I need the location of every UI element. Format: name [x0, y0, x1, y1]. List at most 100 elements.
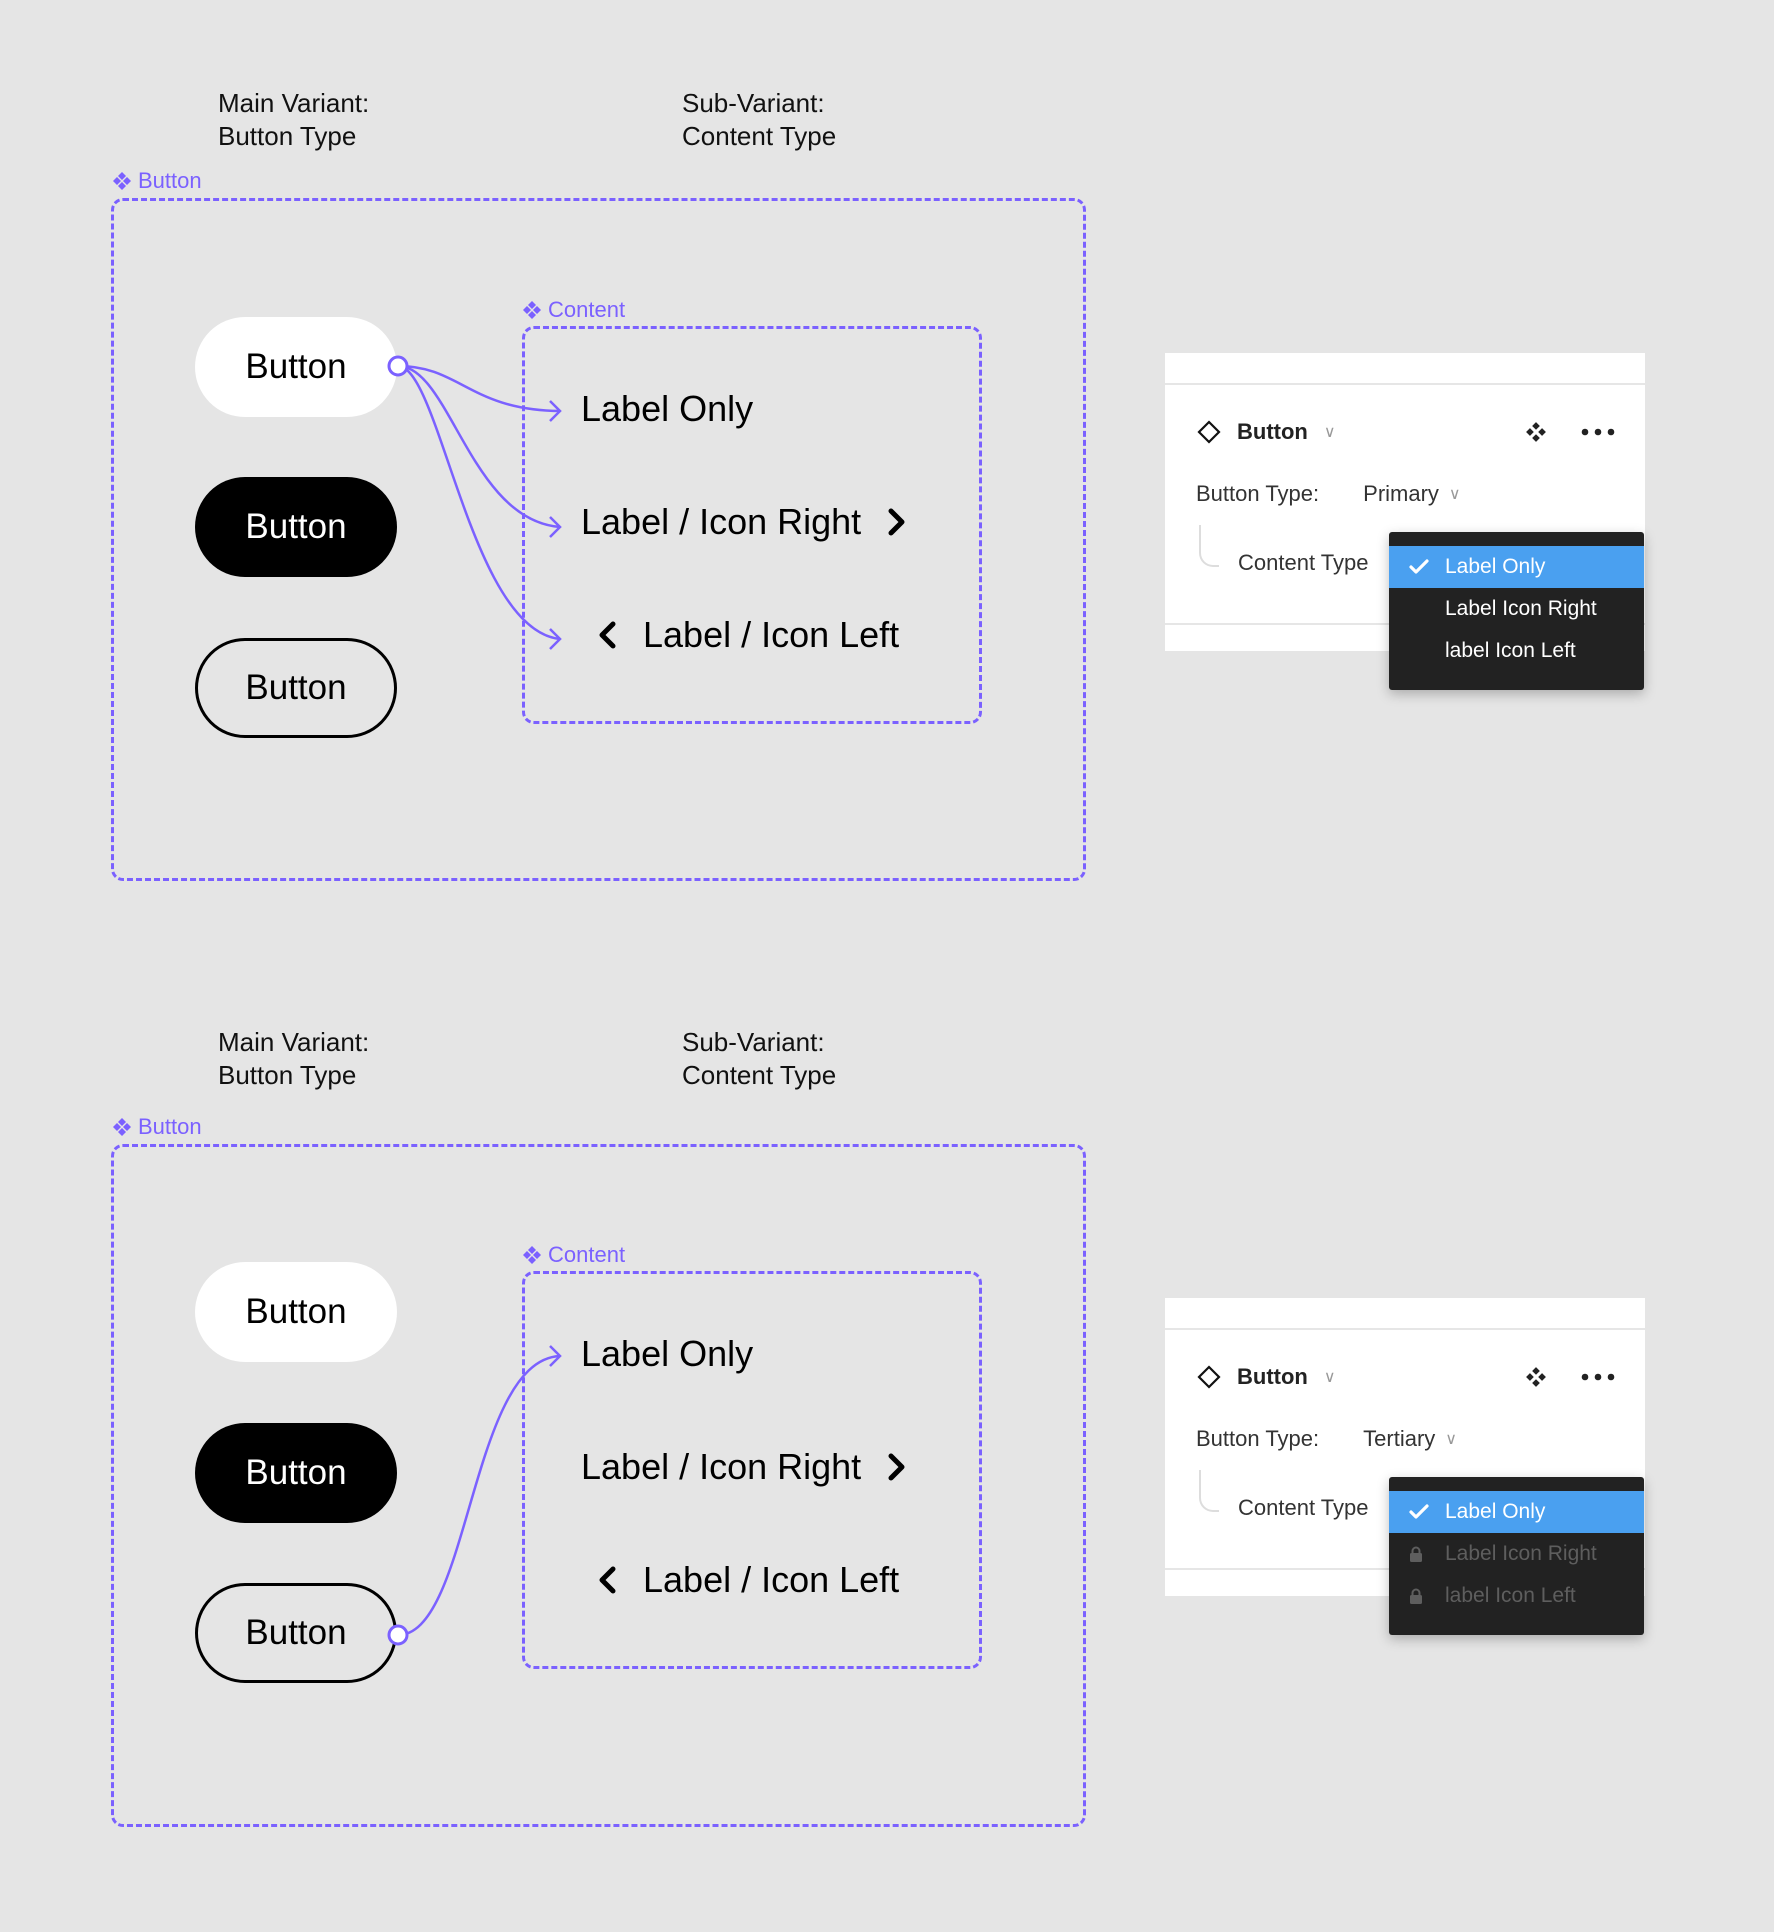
- nested-property-connector: [1199, 525, 1219, 567]
- content-item-icon-left[interactable]: Label / Icon Left: [595, 1559, 899, 1601]
- content-item-icon-right[interactable]: Label / Icon Right: [581, 1446, 909, 1488]
- dropdown-option[interactable]: label Icon Left: [1389, 630, 1644, 672]
- button-type-select[interactable]: Tertiary ∨: [1363, 1426, 1457, 1452]
- chevron-down-icon: ∨: [1323, 1369, 1336, 1386]
- tertiary-button[interactable]: Button: [195, 1583, 397, 1683]
- panel-actions: [1525, 1366, 1615, 1388]
- option-label: Label Only: [1445, 1500, 1546, 1523]
- chevron-down-icon: ∨: [1448, 486, 1461, 503]
- button-type-select[interactable]: Primary ∨: [1363, 481, 1461, 507]
- button-type-label: Button Type:: [1196, 1426, 1320, 1451]
- more-options-icon[interactable]: [1581, 428, 1615, 436]
- dropdown-option[interactable]: Label Icon Right: [1389, 588, 1644, 630]
- dropdown-option-locked: Label Icon Right: [1389, 1533, 1644, 1575]
- button-type-label: Button Type:: [1196, 481, 1320, 506]
- chevron-down-icon: ∨: [1445, 1431, 1457, 1448]
- heading-line: Content Type: [682, 1060, 837, 1090]
- option-label: Label Icon Right: [1445, 597, 1597, 620]
- option-label: Label Icon Right: [1445, 1542, 1597, 1565]
- chevron-down-icon: ∨: [1323, 424, 1336, 441]
- heading-line: Main Variant:: [218, 88, 370, 118]
- content-item-label: Label Only: [581, 388, 754, 429]
- check-icon: [1409, 546, 1429, 588]
- heading-line: Button Type: [218, 1060, 357, 1090]
- nested-property-connector: [1199, 1470, 1219, 1512]
- panel-actions: [1525, 421, 1615, 443]
- button-label: Button: [245, 668, 347, 707]
- outer-frame-label[interactable]: Button: [112, 1114, 202, 1140]
- inner-frame-label[interactable]: Content: [522, 1242, 625, 1268]
- button-label: Button: [245, 507, 347, 546]
- outer-frame-label[interactable]: Button: [112, 168, 202, 194]
- frame-label-text: Button: [138, 168, 202, 193]
- component-icon: [523, 1246, 541, 1264]
- secondary-button[interactable]: Button: [195, 1423, 397, 1523]
- main-variant-heading: Main Variant: Button Type: [218, 1026, 369, 1092]
- lock-icon: [1409, 1575, 1423, 1617]
- content-item-label: Label Only: [581, 1333, 754, 1374]
- tertiary-button[interactable]: Button: [195, 638, 397, 738]
- panel-top-divider: [1165, 1298, 1645, 1330]
- button-type-value: Tertiary: [1363, 1426, 1436, 1451]
- instance-diamond-icon: [1197, 1365, 1221, 1389]
- content-item-label: Label / Icon Left: [643, 1559, 900, 1600]
- button-label: Button: [245, 1453, 347, 1492]
- inner-frame-label[interactable]: Content: [522, 297, 625, 323]
- content-item-label: Label / Icon Right: [581, 501, 862, 542]
- heading-line: Content Type: [682, 121, 837, 151]
- check-icon: [1409, 1491, 1429, 1533]
- button-label: Button: [245, 347, 347, 386]
- heading-line: Sub-Variant:: [682, 1027, 825, 1057]
- button-label: Button: [245, 1292, 347, 1331]
- button-type-row: Button Type: Tertiary ∨: [1196, 1426, 1457, 1452]
- dropdown-option-locked: label Icon Left: [1389, 1575, 1644, 1617]
- content-type-dropdown: Label Only Label Icon Right label Icon L…: [1389, 1477, 1644, 1635]
- component-name: Button: [1237, 419, 1308, 444]
- chevron-left-icon: [599, 1566, 616, 1594]
- option-label: Label Only: [1445, 555, 1546, 578]
- button-type-value: Primary: [1363, 481, 1439, 506]
- option-label: label Icon Left: [1445, 1584, 1576, 1607]
- sub-variant-heading: Sub-Variant: Content Type: [682, 1026, 836, 1092]
- sub-variant-heading: Sub-Variant: Content Type: [682, 87, 836, 153]
- heading-line: Sub-Variant:: [682, 88, 825, 118]
- component-name: Button: [1237, 1364, 1308, 1389]
- primary-button[interactable]: Button: [195, 317, 397, 417]
- main-variant-heading: Main Variant: Button Type: [218, 87, 369, 153]
- content-item-label-only[interactable]: Label Only: [581, 388, 753, 430]
- more-options-icon[interactable]: [1581, 1373, 1615, 1381]
- instance-diamond-icon: [1197, 420, 1221, 444]
- content-type-row: Content Type: [1238, 550, 1368, 576]
- heading-line: Button Type: [218, 121, 357, 151]
- content-type-dropdown: Label Only Label Icon Right label Icon L…: [1389, 532, 1644, 690]
- content-item-label-only[interactable]: Label Only: [581, 1333, 753, 1375]
- dropdown-option[interactable]: Label Only: [1389, 1491, 1644, 1533]
- content-item-label: Label / Icon Right: [581, 1446, 862, 1487]
- panel-top-divider: [1165, 353, 1645, 385]
- component-title-row[interactable]: Button ∨: [1197, 1364, 1336, 1390]
- button-label: Button: [245, 1613, 347, 1652]
- content-item-icon-left[interactable]: Label / Icon Left: [595, 614, 899, 656]
- option-label: label Icon Left: [1445, 639, 1576, 662]
- content-type-label: Content Type: [1238, 550, 1369, 575]
- component-icon: [113, 172, 131, 190]
- frame-label-text: Button: [138, 1114, 202, 1139]
- primary-button[interactable]: Button: [195, 1262, 397, 1362]
- go-to-main-component-icon[interactable]: [1525, 1366, 1547, 1388]
- content-type-row: Content Type: [1238, 1495, 1368, 1521]
- chevron-right-icon: [888, 1453, 905, 1481]
- component-title-row[interactable]: Button ∨: [1197, 419, 1336, 445]
- content-type-label: Content Type: [1238, 1495, 1369, 1520]
- content-item-icon-right[interactable]: Label / Icon Right: [581, 501, 909, 543]
- secondary-button[interactable]: Button: [195, 477, 397, 577]
- dropdown-option[interactable]: Label Only: [1389, 546, 1644, 588]
- component-icon: [113, 1118, 131, 1136]
- content-item-label: Label / Icon Left: [643, 614, 900, 655]
- chevron-right-icon: [888, 508, 905, 536]
- heading-line: Main Variant:: [218, 1027, 370, 1057]
- button-type-row: Button Type: Primary ∨: [1196, 481, 1461, 507]
- frame-label-text: Content: [548, 1242, 626, 1267]
- component-icon: [523, 301, 541, 319]
- chevron-left-icon: [599, 621, 616, 649]
- go-to-main-component-icon[interactable]: [1525, 421, 1547, 443]
